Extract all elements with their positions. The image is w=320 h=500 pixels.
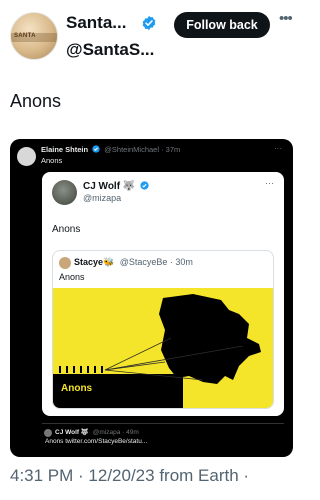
media-tweet-text: Anons bbox=[41, 156, 63, 165]
footer-author-name: CJ Wolf 🐺 bbox=[55, 429, 89, 436]
card-author-name-text: CJ Wolf 🐺 bbox=[83, 181, 136, 192]
meme-label: Anons bbox=[61, 383, 93, 394]
media-author-line: Elaine Shtein @ShteinMichael · 37m bbox=[41, 145, 180, 154]
quote-author-name: Stacye🐝 bbox=[74, 257, 115, 267]
quote-author-line: Stacye🐝 @StacyeBe · 30m bbox=[74, 257, 193, 268]
more-options-icon[interactable]: ••• bbox=[279, 10, 299, 36]
tweet-media-image[interactable]: Elaine Shtein @ShteinMichael · 37m ··· A… bbox=[10, 139, 293, 457]
footer-author-line: CJ Wolf 🐺 @mizapa · 49m bbox=[55, 428, 139, 436]
embedded-tweet-card: CJ Wolf 🐺 @mizapa ··· Anons Stacye🐝 @Sta… bbox=[42, 172, 284, 416]
media-more-icon: ··· bbox=[274, 144, 282, 153]
media-verified-icon bbox=[92, 145, 100, 153]
media-author-meta: @ShteinMichael · 37m bbox=[104, 145, 181, 154]
profile-header: SANTA Santa... @SantaS... Follow back ••… bbox=[0, 0, 302, 72]
footer-tweet-text: Anons twitter.com/StacyeBe/statu... bbox=[45, 438, 148, 445]
card-verified-icon bbox=[140, 181, 149, 190]
card-more-icon: ··· bbox=[265, 178, 274, 188]
card-author-name: CJ Wolf 🐺 bbox=[83, 181, 149, 192]
card-avatar bbox=[52, 180, 77, 205]
quote-avatar bbox=[59, 257, 71, 269]
display-name[interactable]: Santa... bbox=[66, 13, 126, 33]
quote-author-meta: @StacyeBe · 30m bbox=[119, 257, 193, 267]
card-author-handle: @mizapa bbox=[83, 193, 122, 203]
tweet-timestamp[interactable]: 4:31 PM · 12/20/23 from Earth · bbox=[10, 466, 249, 486]
card-tweet-text: Anons bbox=[52, 224, 81, 235]
footer-author-meta: @mizapa · 49m bbox=[92, 429, 139, 436]
meme-image: Anons bbox=[53, 288, 273, 408]
media-author-avatar bbox=[17, 147, 36, 166]
verified-badge-icon bbox=[142, 16, 156, 30]
handle[interactable]: @SantaS... bbox=[66, 40, 154, 60]
tweet-text: Anons bbox=[10, 91, 62, 111]
media-author-name: Elaine Shtein bbox=[41, 145, 89, 154]
quote-tweet-text: Anons bbox=[59, 272, 85, 282]
follow-back-button[interactable]: Follow back bbox=[174, 12, 270, 38]
avatar-text: SANTA bbox=[14, 33, 36, 39]
quoted-tweet: Stacye🐝 @StacyeBe · 30m Anons Anons bbox=[52, 250, 274, 409]
media-footer-tweet: CJ Wolf 🐺 @mizapa · 49m Anons twitter.co… bbox=[42, 423, 284, 451]
avatar[interactable]: SANTA bbox=[10, 12, 58, 60]
footer-avatar bbox=[44, 429, 52, 437]
